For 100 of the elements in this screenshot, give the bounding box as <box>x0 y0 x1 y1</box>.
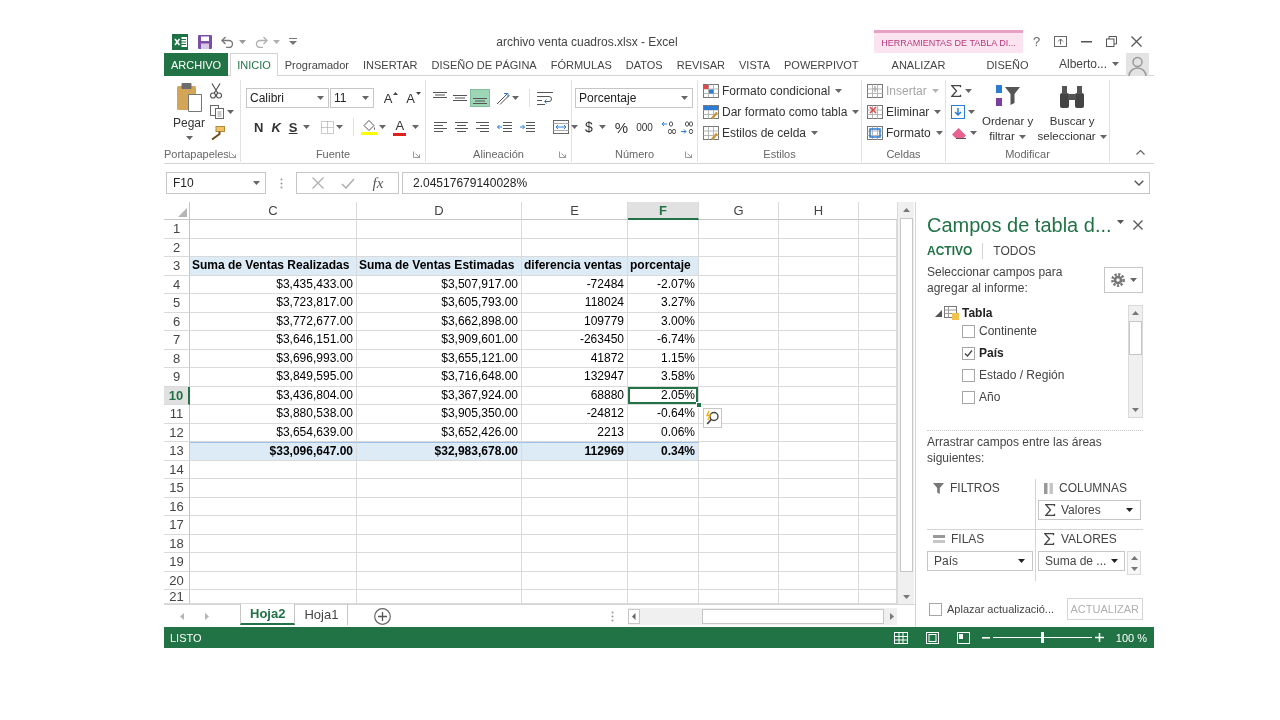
field-label[interactable]: Continente <box>979 324 1038 338</box>
corner-arrow-icon[interactable] <box>413 150 420 158</box>
row-header[interactable]: 2 <box>164 238 190 257</box>
scroll-up-icon[interactable] <box>1132 311 1139 315</box>
tree-item[interactable]: Tabla <box>962 306 993 320</box>
plus-icon[interactable] <box>1094 633 1104 642</box>
ribbon-tab[interactable]: DISEÑO <box>963 53 1052 76</box>
font-name-dropdown[interactable]: Calibri <box>246 88 329 108</box>
corner-arrow-icon[interactable] <box>685 150 692 158</box>
sigma-icon[interactable] <box>951 84 962 97</box>
ribbon-tab[interactable]: INICIO <box>230 53 278 76</box>
command-button[interactable]: Formato <box>867 122 943 143</box>
column-header[interactable]: D <box>357 202 522 220</box>
scroll-down-icon[interactable] <box>1132 408 1139 412</box>
page-corner-block-icon[interactable] <box>956 631 970 644</box>
row-header[interactable]: 19 <box>164 553 190 572</box>
scrollbar-thumb[interactable] <box>1129 321 1142 355</box>
scroll-down-icon[interactable] <box>1130 566 1138 571</box>
italic-button[interactable]: K <box>267 117 285 137</box>
field-label[interactable]: Año <box>979 390 1001 404</box>
row-header[interactable]: 14 <box>164 460 190 479</box>
slider-thumb[interactable] <box>1040 632 1044 643</box>
chevron-up-icon[interactable] <box>1136 150 1145 155</box>
scroll-up-icon[interactable] <box>1130 555 1138 560</box>
ribbon-tab[interactable]: DATOS <box>618 53 670 76</box>
field-chip[interactable]: Valores <box>1038 500 1141 520</box>
save-icon[interactable] <box>198 34 212 49</box>
row-header[interactable]: 6 <box>164 312 190 331</box>
currency-button[interactable]: $ <box>581 117 597 137</box>
checkbox[interactable] <box>962 324 975 338</box>
scroll-left-icon[interactable] <box>628 608 640 624</box>
row-header[interactable]: 17 <box>164 516 190 535</box>
close-icon[interactable] <box>1133 220 1143 230</box>
caret-icon[interactable] <box>970 130 977 135</box>
paste-button[interactable]: Pegar <box>170 80 208 144</box>
diagonal-arrow-icon[interactable] <box>496 91 510 105</box>
align-bottom-icon[interactable] <box>470 89 490 107</box>
scissors-icon[interactable] <box>210 82 222 99</box>
scrollbar-thumb[interactable] <box>899 218 913 572</box>
row-header[interactable]: 18 <box>164 534 190 553</box>
column-header[interactable]: G <box>699 202 779 220</box>
scrollbar-thumb[interactable] <box>702 608 884 624</box>
close-icon[interactable] <box>1131 36 1143 47</box>
caret-icon[interactable] <box>571 125 578 129</box>
align-middle-icon[interactable] <box>453 92 467 104</box>
checkbox[interactable] <box>962 368 975 382</box>
settings-button[interactable] <box>1104 267 1143 293</box>
ribbon-tab[interactable]: REVISAR <box>669 53 732 76</box>
field-label[interactable]: Estado / Región <box>979 368 1065 382</box>
arrow-right-zeros-icon[interactable] <box>679 120 695 134</box>
caret-icon[interactable] <box>412 125 420 129</box>
corner-arrow-icon[interactable] <box>228 150 236 158</box>
avatar-icon[interactable] <box>1126 52 1150 76</box>
help-button[interactable]: ? <box>1033 34 1041 49</box>
align-right-icon[interactable] <box>476 122 489 132</box>
minus-icon[interactable] <box>981 636 990 639</box>
line-caret-icon[interactable] <box>289 38 297 45</box>
minimize-icon[interactable] <box>1081 40 1093 43</box>
checkbox[interactable] <box>962 346 975 360</box>
ribbon-tab[interactable]: ANALIZAR <box>874 53 963 76</box>
row-header[interactable]: 16 <box>164 497 190 516</box>
row-header[interactable]: 8 <box>164 349 190 368</box>
column-header[interactable]: H <box>779 202 859 220</box>
row-header[interactable]: 12 <box>164 423 190 442</box>
caret-icon[interactable] <box>512 96 519 100</box>
command-button[interactable]: Dar formato como tabla <box>703 101 860 122</box>
scroll-down-icon[interactable] <box>902 595 910 599</box>
row-header[interactable]: 20 <box>164 571 190 590</box>
decrease-indent-icon[interactable] <box>497 122 512 132</box>
user-name[interactable]: Alberto... <box>1059 57 1108 71</box>
arrow-left-zeros-icon[interactable] <box>660 120 676 134</box>
sheet-tab[interactable]: Hoja1 <box>295 604 349 625</box>
lightning-magnifier-icon[interactable] <box>703 408 722 428</box>
field-label[interactable]: País <box>979 346 1004 360</box>
align-center-icon[interactable] <box>455 122 468 132</box>
caret-icon[interactable] <box>1117 220 1124 224</box>
checkbox[interactable] <box>962 390 975 404</box>
caret-icon[interactable] <box>598 125 606 129</box>
ribbon-tab[interactable]: Programador <box>277 53 356 76</box>
wrap-text-icon[interactable] <box>537 91 553 105</box>
increase-indent-icon[interactable] <box>520 122 535 132</box>
paintbrush-icon[interactable] <box>210 125 225 140</box>
field-chip[interactable]: Suma de ... <box>1038 551 1125 571</box>
caret-icon[interactable] <box>968 109 975 114</box>
add-sheet-icon[interactable] <box>374 607 392 625</box>
find-select-button[interactable]: Buscar y seleccionar <box>1035 80 1109 146</box>
page-icon[interactable] <box>925 631 939 644</box>
bold-button[interactable]: N <box>250 117 268 137</box>
merge-center-icon[interactable] <box>553 120 569 134</box>
row-header[interactable]: 11 <box>164 405 190 424</box>
caret-icon[interactable] <box>336 125 344 129</box>
down-arrow-box-icon[interactable] <box>951 104 965 119</box>
pane-tab[interactable]: ACTIVO <box>927 244 973 258</box>
expand-triangle-icon[interactable] <box>935 309 942 317</box>
sort-filter-button[interactable]: Ordenar y filtrar <box>979 80 1036 146</box>
row-header[interactable]: 15 <box>164 479 190 498</box>
field-chip[interactable]: País <box>927 551 1033 571</box>
sheet-tab[interactable]: Hoja2 <box>240 604 296 625</box>
thousands-button[interactable]: 000 <box>632 117 657 137</box>
column-header[interactable]: C <box>190 202 357 220</box>
